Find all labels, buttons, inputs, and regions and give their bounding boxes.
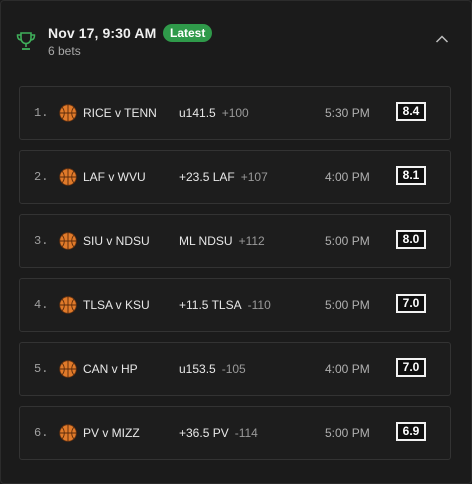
bet-odds: -110 (247, 298, 271, 312)
bet-row[interactable]: 4. TLSA v KSU +11.5 TLSA -110 5:00 PM 7.0 (19, 278, 451, 332)
header-title: Nov 17, 9:30 AM (48, 25, 157, 41)
bet-time: 5:00 PM (325, 234, 370, 248)
bet-score: 8.1 (396, 166, 426, 185)
bet-matchup: PV v MIZZ (83, 426, 140, 440)
basketball-icon (59, 296, 77, 314)
bet-score: 7.0 (396, 294, 426, 313)
bet-line-value: u153.5 (179, 362, 216, 376)
basketball-icon (59, 168, 77, 186)
bet-odds: +112 (238, 234, 265, 248)
bet-matchup: RICE v TENN (83, 106, 157, 120)
bet-matchup: TLSA v KSU (83, 298, 150, 312)
bet-rank: 3. (34, 234, 49, 248)
bet-matchup: SIU v NDSU (83, 234, 150, 248)
bet-odds: -105 (221, 362, 246, 376)
bet-list: 1. RICE v TENN u141.5 +100 5:30 PM 8.4 2.… (19, 86, 451, 470)
bet-rank: 2. (34, 170, 49, 184)
bet-line-value: +23.5 LAF (179, 170, 235, 184)
bet-matchup: LAF v WVU (83, 170, 146, 184)
bet-slip-panel: Nov 17, 9:30 AM Latest 6 bets 1. RICE v … (0, 0, 472, 484)
trophy-icon (16, 32, 36, 50)
bet-row[interactable]: 5. CAN v HP u153.5 -105 4:00 PM 7.0 (19, 342, 451, 396)
bet-score: 7.0 (396, 358, 426, 377)
basketball-icon (59, 360, 77, 378)
bet-line-value: u141.5 (179, 106, 216, 120)
bet-time: 4:00 PM (325, 362, 370, 376)
bet-rank: 1. (34, 106, 49, 120)
bet-time: 5:30 PM (325, 106, 370, 120)
bet-line-value: ML NDSU (179, 234, 233, 248)
bet-count: 6 bets (48, 44, 81, 58)
bet-odds: -114 (234, 426, 258, 440)
bet-row[interactable]: 6. PV v MIZZ +36.5 PV -114 5:00 PM 6.9 (19, 406, 451, 460)
latest-badge: Latest (163, 24, 213, 42)
bet-line: ML NDSU +112 (179, 234, 265, 248)
bet-time: 4:00 PM (325, 170, 370, 184)
bet-line: +36.5 PV -114 (179, 426, 258, 440)
bet-line-value: +36.5 PV (179, 426, 229, 440)
bet-line: +11.5 TLSA -110 (179, 298, 271, 312)
bet-row[interactable]: 3. SIU v NDSU ML NDSU +112 5:00 PM 8.0 (19, 214, 451, 268)
basketball-icon (59, 232, 77, 250)
bet-rank: 6. (34, 426, 49, 440)
bet-matchup: CAN v HP (83, 362, 138, 376)
bet-odds: +100 (221, 106, 249, 120)
basketball-icon (59, 104, 77, 122)
bet-rank: 5. (34, 362, 49, 376)
bet-line: u141.5 +100 (179, 106, 249, 120)
bet-odds: +107 (240, 170, 268, 184)
bet-time: 5:00 PM (325, 426, 370, 440)
bet-line-value: +11.5 TLSA (179, 298, 242, 312)
bet-row[interactable]: 1. RICE v TENN u141.5 +100 5:30 PM 8.4 (19, 86, 451, 140)
panel-header[interactable]: Nov 17, 9:30 AM Latest 6 bets (1, 1, 471, 69)
bet-row[interactable]: 2. LAF v WVU +23.5 LAF +107 4:00 PM 8.1 (19, 150, 451, 204)
bet-line: +23.5 LAF +107 (179, 170, 268, 184)
chevron-up-icon[interactable] (435, 34, 449, 44)
bet-score: 8.4 (396, 102, 426, 121)
bet-score: 8.0 (396, 230, 426, 249)
bet-line: u153.5 -105 (179, 362, 246, 376)
bet-rank: 4. (34, 298, 49, 312)
basketball-icon (59, 424, 77, 442)
bet-time: 5:00 PM (325, 298, 370, 312)
bet-score: 6.9 (396, 422, 426, 441)
